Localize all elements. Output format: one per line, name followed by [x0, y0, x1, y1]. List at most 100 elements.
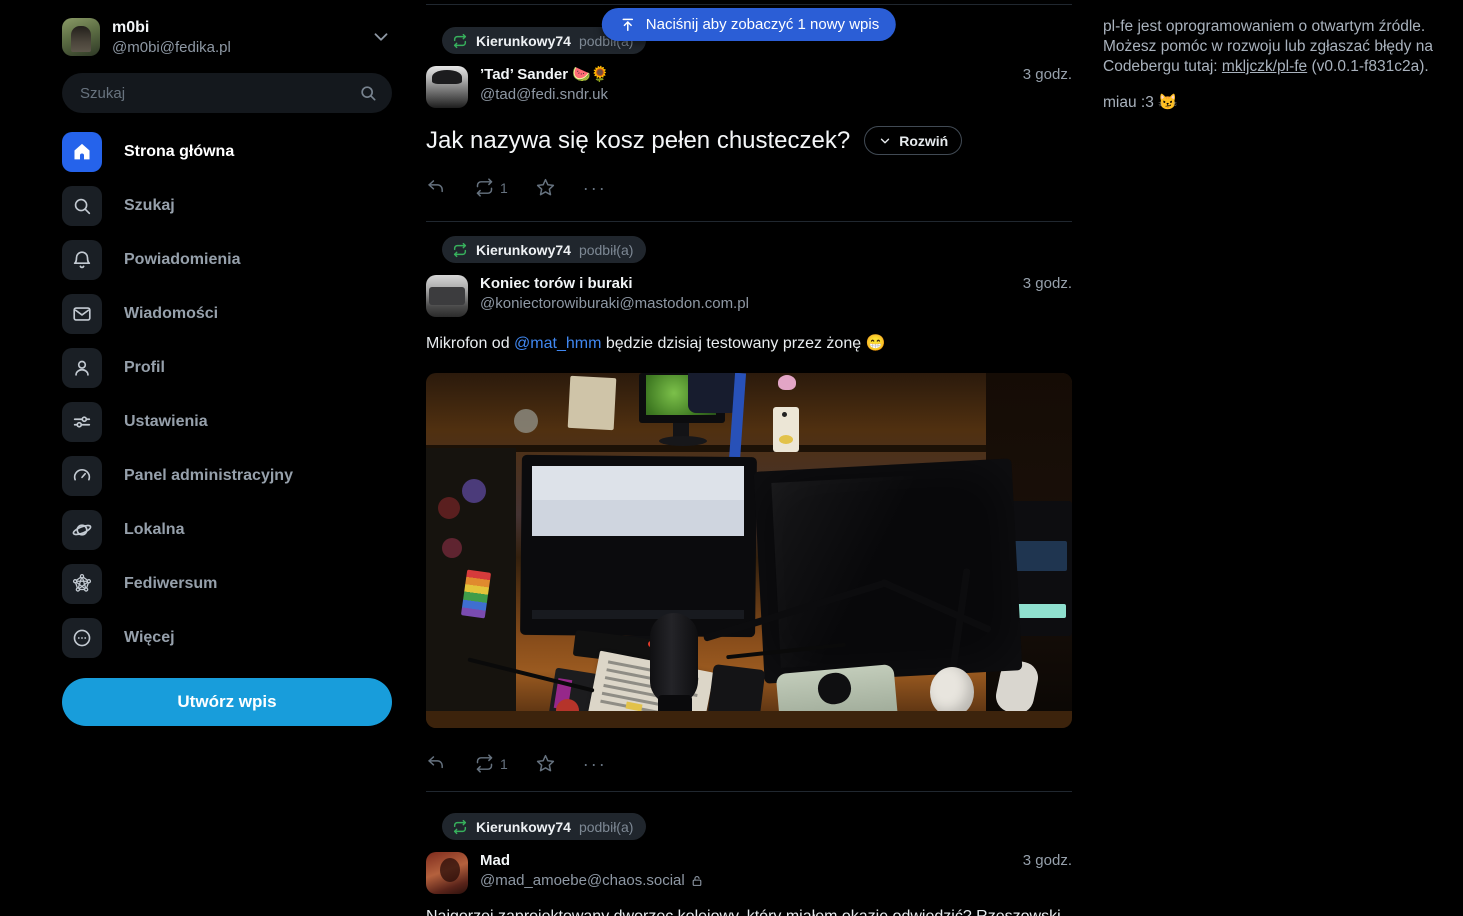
- chevron-down-icon[interactable]: [370, 26, 392, 48]
- account-names: m0bi @m0bi@fedika.pl: [112, 19, 231, 56]
- author-handle: @mad_amoebe@chaos.social: [480, 872, 704, 889]
- about-panel: pl-fe jest oprogramowaniem o otwartym źr…: [1103, 17, 1455, 113]
- text-fragment: Mikrofon od: [426, 335, 514, 352]
- author-handle: @tad@fedi.sndr.uk: [480, 86, 610, 103]
- search-input[interactable]: [62, 73, 392, 113]
- repeat-icon: [452, 242, 468, 258]
- sidebar-item-settings[interactable]: Ustawienia: [62, 402, 392, 442]
- reply-button[interactable]: [426, 177, 447, 198]
- sidebar-item-home[interactable]: Strona główna: [62, 132, 392, 172]
- main-navigation: Strona główna Szukaj Powiadomienia Wiado…: [62, 132, 392, 658]
- compose-button[interactable]: Utwórz wpis: [62, 678, 392, 726]
- post-actions: 1 ···: [426, 177, 1072, 198]
- post-media-photo[interactable]: [426, 373, 1072, 728]
- sidebar-item-fediverse[interactable]: Fediwersum: [62, 564, 392, 604]
- sidebar-item-label: Powiadomienia: [124, 251, 240, 269]
- reposter-name: Kierunkowy74: [476, 819, 571, 835]
- account-switcher[interactable]: m0bi @m0bi@fedika.pl: [62, 16, 392, 58]
- sidebar-item-label: Fediwersum: [124, 575, 217, 593]
- post-text: Najgorzej zaprojektowany dworzec kolejow…: [426, 907, 1072, 916]
- photo-microphone: [650, 613, 698, 705]
- post-timestamp[interactable]: 3 godz.: [1023, 852, 1072, 869]
- repeat-icon: [452, 819, 468, 835]
- codeberg-repo-link[interactable]: mkljczk/pl-fe: [1222, 58, 1307, 75]
- sidebar-item-profile[interactable]: Profil: [62, 348, 392, 388]
- author-name[interactable]: Koniec torów i buraki: [480, 275, 749, 292]
- repost-pill[interactable]: Kierunkowy74 podbił(a): [442, 236, 646, 263]
- planet-icon: [62, 510, 102, 550]
- avatar[interactable]: [426, 275, 468, 317]
- avatar[interactable]: [426, 852, 468, 894]
- repost-icon: [474, 753, 495, 774]
- sidebar-item-more[interactable]: Więcej: [62, 618, 392, 658]
- sidebar-item-label: Szukaj: [124, 197, 175, 215]
- sidebar-item-admin-panel[interactable]: Panel administracyjny: [62, 456, 392, 496]
- post-actions: 1 ···: [426, 753, 1072, 774]
- sidebar-item-label: Więcej: [124, 629, 175, 647]
- author-handle: @koniectorowiburaki@mastodon.com.pl: [480, 295, 749, 312]
- sidebar-item-search[interactable]: Szukaj: [62, 186, 392, 226]
- sidebar-item-label: Wiadomości: [124, 305, 218, 323]
- search-icon: [62, 186, 102, 226]
- sliders-icon: [62, 402, 102, 442]
- chevron-down-icon: [878, 134, 892, 148]
- more-options-button[interactable]: ···: [583, 759, 607, 769]
- sidebar-item-label: Profil: [124, 359, 165, 377]
- about-version: (v0.0.1-f831c2a).: [1307, 58, 1428, 75]
- reposter-name: Kierunkowy74: [476, 242, 571, 258]
- repost-icon: [474, 177, 495, 198]
- post: Kierunkowy74 podbił(a) Koniec torów i bu…: [426, 222, 1072, 792]
- avatar[interactable]: [62, 18, 100, 56]
- lock-icon: [690, 874, 704, 888]
- repost-button[interactable]: 1: [474, 753, 508, 774]
- author-name[interactable]: ’Tad’ Sander 🍉🌻: [480, 66, 610, 83]
- post-header: Koniec torów i buraki @koniectorowiburak…: [426, 275, 1072, 317]
- repost-verb: podbił(a): [579, 819, 633, 835]
- arrow-up-to-line-icon: [619, 16, 637, 34]
- spoiler-row: Jak nazywa się kosz pełen chusteczek? Ro…: [426, 126, 1072, 155]
- sidebar-item-label: Lokalna: [124, 521, 184, 539]
- reply-icon: [426, 753, 447, 774]
- about-text: pl-fe jest oprogramowaniem o otwartym źr…: [1103, 17, 1455, 77]
- spoiler-text: Jak nazywa się kosz pełen chusteczek?: [426, 127, 850, 155]
- mail-icon: [62, 294, 102, 334]
- post-timestamp[interactable]: 3 godz.: [1023, 275, 1072, 292]
- author-meta: Mad @mad_amoebe@chaos.social: [480, 852, 704, 889]
- account-handle: @m0bi@fedika.pl: [112, 39, 231, 56]
- search-icon[interactable]: [358, 83, 378, 103]
- home-icon: [62, 132, 102, 172]
- repost-row: Kierunkowy74 podbił(a): [442, 236, 1072, 263]
- sidebar-item-messages[interactable]: Wiadomości: [62, 294, 392, 334]
- expand-button[interactable]: Rozwiń: [864, 126, 962, 155]
- avatar[interactable]: [426, 66, 468, 108]
- about-tagline: miau :3 😼: [1103, 93, 1455, 113]
- sidebar-item-notifications[interactable]: Powiadomienia: [62, 240, 392, 280]
- repost-pill[interactable]: Kierunkowy74 podbił(a): [442, 813, 646, 840]
- post-header: Mad @mad_amoebe@chaos.social 3 godz.: [426, 852, 1072, 894]
- repeat-icon: [452, 33, 468, 49]
- search-box: [62, 73, 392, 113]
- divider: [426, 4, 1072, 5]
- favourite-button[interactable]: [535, 177, 556, 198]
- author-meta: ’Tad’ Sander 🍉🌻 @tad@fedi.sndr.uk: [480, 66, 610, 103]
- more-circle-icon: [62, 618, 102, 658]
- new-posts-button[interactable]: Naciśnij aby zobaczyć 1 nowy wpis: [602, 8, 896, 41]
- post-header: ’Tad’ Sander 🍉🌻 @tad@fedi.sndr.uk 3 godz…: [426, 66, 1072, 108]
- repost-button[interactable]: 1: [474, 177, 508, 198]
- reply-icon: [426, 177, 447, 198]
- app-root: m0bi @m0bi@fedika.pl Strona główna: [0, 0, 1463, 916]
- author-name[interactable]: Mad: [480, 852, 704, 869]
- favourite-button[interactable]: [535, 753, 556, 774]
- user-icon: [62, 348, 102, 388]
- mention-link[interactable]: @mat_hmm: [514, 335, 601, 352]
- sidebar-item-label: Strona główna: [124, 143, 234, 161]
- repost-count: 1: [500, 756, 508, 772]
- post-timestamp[interactable]: 3 godz.: [1023, 66, 1072, 83]
- post: Kierunkowy74 podbił(a) Mad @mad_amoebe@c…: [426, 792, 1072, 916]
- repost-verb: podbił(a): [579, 242, 633, 258]
- timeline: Naciśnij aby zobaczyć 1 nowy wpis Kierun…: [426, 0, 1072, 916]
- sidebar-item-local[interactable]: Lokalna: [62, 510, 392, 550]
- more-options-button[interactable]: ···: [583, 183, 607, 193]
- reply-button[interactable]: [426, 753, 447, 774]
- bell-icon: [62, 240, 102, 280]
